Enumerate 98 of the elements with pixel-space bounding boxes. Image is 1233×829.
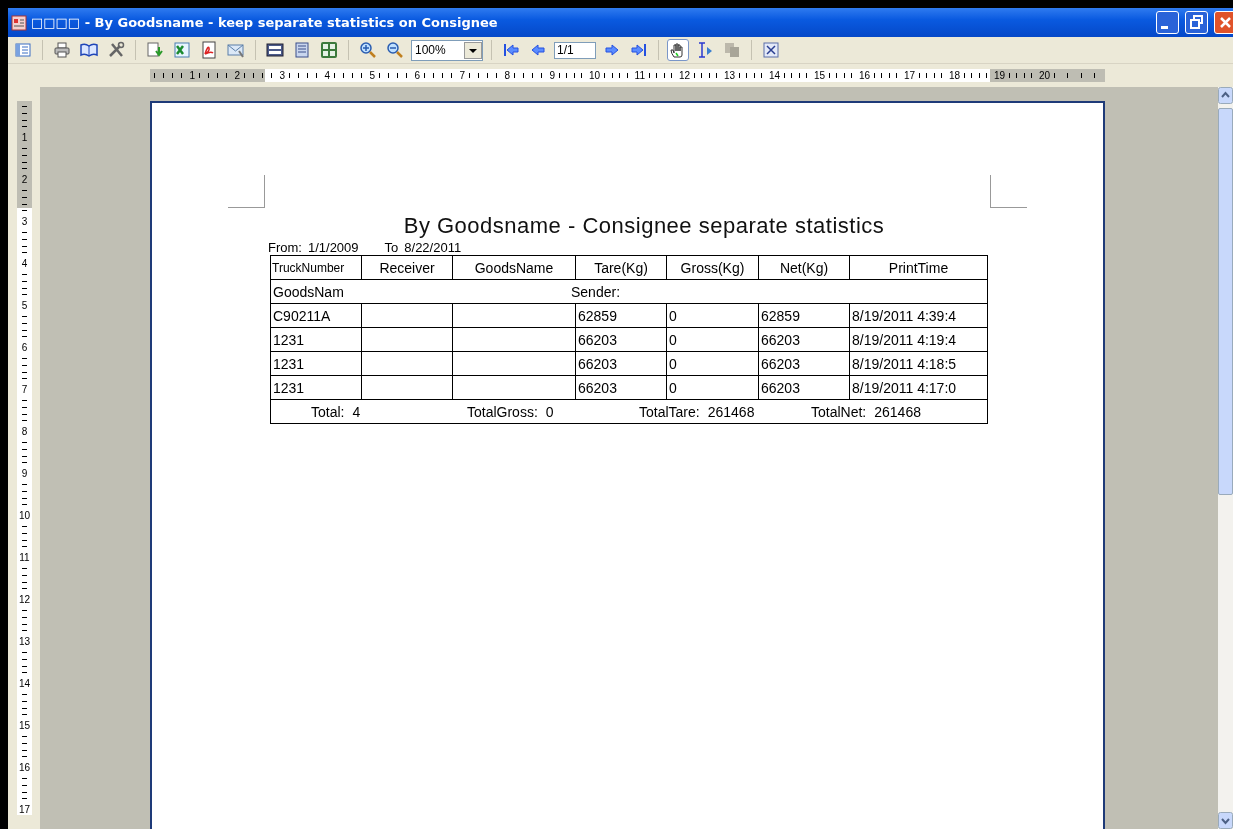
table-cell: 8/19/2011 4:17:0 [849, 375, 988, 400]
ruler-number: 16 [858, 70, 870, 81]
table-cell: 62859 [758, 303, 850, 328]
ruler-number: 14 [768, 70, 780, 81]
minimize-icon [1161, 26, 1168, 29]
total-value: 0 [545, 403, 554, 420]
column-header: Tare(Kg) [575, 255, 667, 280]
from-label: From: [268, 241, 302, 255]
table-cell: 66203 [758, 351, 850, 376]
column-header: GoodsName [452, 255, 576, 280]
column-header: Net(Kg) [758, 255, 850, 280]
ruler-number: 8 [21, 427, 28, 437]
column-header: PrintTime [849, 255, 988, 280]
from-date: 1/1/2009 [307, 241, 359, 255]
sender-label: Sender: [571, 284, 621, 300]
grid-icon[interactable] [318, 39, 340, 61]
ruler-number: 17 [903, 70, 915, 81]
table-cell: 8/19/2011 4:18:5 [849, 351, 988, 376]
table-cell: 62859 [575, 303, 667, 328]
ruler-number: 4 [324, 70, 330, 81]
total-label: TotalGross: [467, 403, 538, 420]
ruler-number: 13 [723, 70, 735, 81]
ruler-number: 19 [993, 70, 1005, 81]
ruler-number: 1 [189, 70, 195, 81]
report-title: By Goodsname - Consignee separate statistics [402, 213, 886, 239]
to-date: 8/22/2011 [404, 241, 462, 255]
ruler-number: 2 [234, 70, 240, 81]
ruler-number: 4 [21, 259, 28, 269]
hand-icon[interactable] [667, 39, 689, 61]
ruler-number: 9 [549, 70, 555, 81]
table-cell: 0 [666, 303, 759, 328]
ruler-number: 18 [948, 70, 960, 81]
scroll-up-icon[interactable] [1218, 87, 1233, 104]
ruler-number: 8 [504, 70, 510, 81]
ruler-number: 7 [21, 385, 28, 395]
app-icon [11, 14, 27, 31]
table-cell: 8/19/2011 4:19:4 [849, 327, 988, 352]
total-value: 261468 [707, 403, 755, 420]
ruler-number: 10 [18, 511, 31, 521]
ruler-number: 10 [588, 70, 600, 81]
ruler-number: 15 [18, 721, 31, 731]
ruler-number: 15 [813, 70, 825, 81]
table-cell: 66203 [758, 375, 850, 400]
ruler-number: 3 [21, 217, 28, 227]
ruler-number: 6 [21, 343, 28, 353]
column-header: Gross(Kg) [666, 255, 759, 280]
corner-mark [228, 175, 265, 208]
page-number-field[interactable]: 1/1 [554, 41, 596, 59]
table-cell: 1231 [270, 327, 362, 352]
minimize-button[interactable] [1156, 11, 1179, 34]
ruler-number: 9 [21, 469, 28, 479]
ruler-number: 5 [21, 301, 28, 311]
table-cell: 66203 [575, 327, 667, 352]
table-cell: 8/19/2011 4:39:4 [849, 303, 988, 328]
ruler-number: 2 [21, 175, 28, 185]
table-cell: 0 [666, 375, 759, 400]
ruler-number: 3 [279, 70, 285, 81]
restore-button[interactable] [1185, 11, 1208, 34]
table-cell: 0 [666, 327, 759, 352]
spreadsheet-icon[interactable] [171, 39, 193, 61]
scroll-thumb[interactable] [1218, 108, 1233, 495]
window-title: □□□□ - By Goodsname - keep separate statistics on Consignee [31, 15, 498, 30]
column-header: TruckNumber [270, 255, 362, 280]
close-icon[interactable] [760, 39, 782, 61]
total-value: 4 [352, 403, 361, 420]
ruler-number: 13 [18, 637, 31, 647]
ruler-number: 11 [19, 553, 30, 563]
table-cell: 66203 [758, 327, 850, 352]
group-label: GoodsNam [273, 283, 344, 300]
zoom-dropdown[interactable]: 100% [411, 39, 483, 61]
ruler-number: 7 [459, 70, 465, 81]
column-header: Receiver [361, 255, 453, 280]
corner-mark [990, 175, 1027, 208]
ruler-number: 6 [414, 70, 420, 81]
printer-icon[interactable] [51, 39, 73, 61]
ruler-number: 17 [18, 805, 31, 815]
ruler-number: 12 [678, 70, 690, 81]
ruler-number: 14 [18, 679, 31, 689]
table-cell: 1231 [270, 375, 362, 400]
total-value: 261468 [874, 403, 921, 420]
total-label: TotalTare: [639, 403, 700, 420]
ruler-number: 5 [369, 70, 375, 81]
table-cell: C90211A [270, 303, 362, 328]
to-label: To [384, 241, 399, 255]
vertical-scrollbar[interactable] [1218, 87, 1233, 829]
table-cell: 1231 [270, 351, 362, 376]
close-button[interactable] [1214, 11, 1233, 34]
scroll-down-icon[interactable] [1218, 812, 1233, 829]
ruler-number: 20 [1038, 70, 1050, 81]
total-label: TotalNet: [811, 403, 867, 420]
ruler-number: 11 [634, 70, 645, 81]
total-label: Total: [311, 403, 345, 420]
ruler-number: 1 [21, 133, 28, 143]
table-cell: 0 [666, 351, 759, 376]
table-cell: 66203 [575, 351, 667, 376]
table-cell: 66203 [575, 375, 667, 400]
ruler-number: 16 [18, 763, 31, 773]
ruler-number: 12 [18, 595, 31, 605]
